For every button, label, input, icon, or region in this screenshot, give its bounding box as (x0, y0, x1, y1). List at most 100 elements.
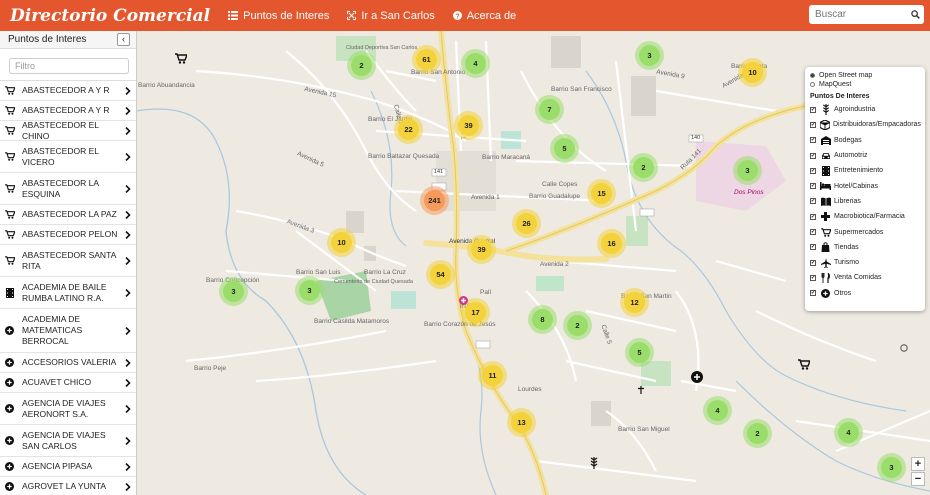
layer-checkbox[interactable]: ✔ (810, 137, 816, 144)
marker-cluster[interactable]: 2 (567, 315, 588, 336)
overlay-layer-option[interactable]: ✔ Turismo (810, 255, 920, 270)
marker-cluster[interactable]: 3 (881, 457, 902, 478)
marker-cluster[interactable]: 17 (465, 302, 486, 323)
overlay-layer-option[interactable]: ✔ Tiendas (810, 240, 920, 255)
poi-list-item[interactable]: ABASTECEDOR LA ESQUINA (0, 173, 136, 205)
marker-cluster[interactable]: 26 (516, 213, 537, 234)
marker-cluster[interactable]: 39 (471, 239, 492, 260)
nav-ir-a-san-carlos[interactable]: Ir a San Carlos (347, 10, 435, 22)
chevron-right-icon (123, 378, 132, 387)
medical-cross-icon[interactable] (459, 294, 468, 308)
poi-list-item[interactable]: ABASTECEDOR SANTA RITA (0, 245, 136, 277)
nav-acerca-de[interactable]: ? Acerca de (452, 10, 516, 22)
marker-cluster[interactable]: 12 (624, 292, 645, 313)
marker-cluster[interactable]: 16 (601, 233, 622, 254)
layer-checkbox[interactable]: ✔ (810, 259, 816, 266)
poi-list-item[interactable]: ACADEMIA DE MATEMATICAS BERROCAL (0, 309, 136, 353)
base-layer-radio[interactable] (810, 82, 815, 87)
poi-list-item[interactable]: ABASTECEDOR A Y R (0, 101, 136, 121)
layer-checkbox[interactable]: ✔ (810, 229, 816, 236)
overlay-layer-option[interactable]: ✔ Otros (810, 286, 920, 301)
sidebar-collapse-button[interactable]: ‹ (117, 33, 130, 46)
marker-cluster[interactable]: 2 (633, 157, 654, 178)
poi-list-item[interactable]: ACADEMIA DE BAILE RUMBA LATINO R.A. (0, 277, 136, 309)
search-input[interactable] (809, 8, 907, 21)
wheat-icon[interactable] (590, 457, 598, 472)
layer-checkbox[interactable]: ✔ (810, 106, 816, 113)
marker-cluster[interactable]: 54 (430, 264, 451, 285)
overlay-layer-option[interactable]: ✔ Automotriz (810, 148, 920, 163)
marker-cluster[interactable]: 5 (554, 138, 575, 159)
map-label: Ciudad Deportiva San Carlos (346, 45, 418, 51)
marker-cluster[interactable]: 15 (591, 183, 612, 204)
map-label: Barrio Casilda Matamoros (314, 318, 390, 325)
cross-icon[interactable] (638, 383, 644, 397)
cart-icon (4, 184, 15, 193)
marker-cluster[interactable]: 4 (707, 400, 728, 421)
base-layer-option[interactable]: MapQuest (810, 80, 920, 89)
marker-cluster[interactable]: 61 (416, 49, 437, 70)
poi-list-item[interactable]: AGENCIA PIPASA (0, 457, 136, 477)
poi-list-item[interactable]: AGENCIA DE VIAJES SAN CARLOS (0, 425, 136, 457)
layer-checkbox[interactable]: ✔ (810, 213, 816, 220)
poi-list-item[interactable]: ABASTECEDOR LA PAZ (0, 205, 136, 225)
zoom-out-button[interactable]: − (911, 472, 925, 486)
marker-cluster[interactable]: 241 (424, 190, 445, 211)
layer-checkbox[interactable]: ✔ (810, 274, 816, 281)
marker-cluster[interactable]: 10 (331, 232, 352, 253)
overlay-layer-option[interactable]: ✔ Agroindustria (810, 102, 920, 117)
marker-cluster[interactable]: 4 (465, 53, 486, 74)
overlay-layer-option[interactable]: ✔ Distribuidoras/Empacadoras (810, 117, 921, 132)
marker-cluster[interactable]: 8 (532, 309, 553, 330)
plus-circle-icon (4, 358, 15, 367)
marker-cluster[interactable]: 39 (458, 115, 479, 136)
marker-cluster[interactable]: 3 (737, 160, 758, 181)
filter-input[interactable] (9, 58, 129, 74)
overlay-layer-option[interactable]: ✔ Macrobiotica/Farmacia (810, 209, 920, 224)
base-layer-option[interactable]: Open Street map (810, 71, 920, 80)
marker-cluster[interactable]: 7 (539, 99, 560, 120)
marker-cluster[interactable]: 3 (299, 280, 320, 301)
layer-checkbox[interactable]: ✔ (810, 167, 816, 174)
map-view[interactable]: Barrio Abuandancia Ciudad Deportiva San … (136, 31, 930, 495)
layer-checkbox[interactable]: ✔ (810, 290, 816, 297)
poi-list-item[interactable]: ACUAVET CHICO (0, 373, 136, 393)
marker-cluster[interactable]: 3 (223, 281, 244, 302)
overlay-layer-option[interactable]: ✔ Bodegas (810, 133, 920, 148)
poi-list-item[interactable]: ABASTECEDOR PELON (0, 225, 136, 245)
marker-cluster[interactable]: 4 (838, 422, 859, 443)
plus-circle-icon[interactable] (691, 371, 703, 386)
marker-cluster[interactable]: 13 (511, 412, 532, 433)
app-brand[interactable]: Directorio Comercial (10, 6, 210, 26)
layer-checkbox[interactable]: ✔ (810, 121, 816, 128)
marker-cluster[interactable]: 22 (398, 119, 419, 140)
poi-list-item[interactable]: ABASTECEDOR EL CHINO (0, 120, 136, 141)
poi-list-item[interactable]: AGENCIA DE VIAJES AERONORT S.A. (0, 393, 136, 425)
overlay-layer-option[interactable]: ✔ Entretenimiento (810, 163, 920, 178)
search-icon[interactable] (907, 5, 924, 24)
poi-list-item[interactable]: AGROVET LA YUNTA (0, 477, 136, 495)
layer-checkbox[interactable]: ✔ (810, 183, 816, 190)
poi-list-item[interactable]: ABASTECEDOR EL VICERO (0, 141, 136, 173)
poi-list-item[interactable]: ACCESORIOS VALERIA (0, 353, 136, 373)
nav-puntos-de-interes[interactable]: Puntos de Interes (228, 10, 329, 22)
chevron-right-icon (123, 230, 132, 239)
cart-icon[interactable] (175, 53, 189, 67)
cart-icon[interactable] (798, 359, 812, 373)
overlay-layer-option[interactable]: ✔ Venta Comidas (810, 270, 920, 285)
zoom-in-button[interactable]: + (911, 457, 925, 471)
marker-cluster[interactable]: 2 (351, 55, 372, 76)
layer-checkbox[interactable]: ✔ (810, 198, 816, 205)
layer-checkbox[interactable]: ✔ (810, 152, 816, 159)
marker-cluster[interactable]: 5 (629, 342, 650, 363)
marker-cluster[interactable]: 2 (747, 423, 768, 444)
marker-cluster[interactable]: 10 (742, 62, 763, 83)
marker-cluster[interactable]: 11 (482, 365, 503, 386)
layer-checkbox[interactable]: ✔ (810, 244, 816, 251)
overlay-layer-option[interactable]: ✔ Hotel/Cabinas (810, 178, 920, 193)
base-layer-radio[interactable] (810, 73, 815, 78)
poi-list-item[interactable]: ABASTECEDOR A Y R (0, 81, 136, 101)
overlay-layer-option[interactable]: ✔ Supermercados (810, 224, 920, 239)
overlay-layer-option[interactable]: ✔ Librerias (810, 194, 920, 209)
marker-cluster[interactable]: 3 (639, 45, 660, 66)
